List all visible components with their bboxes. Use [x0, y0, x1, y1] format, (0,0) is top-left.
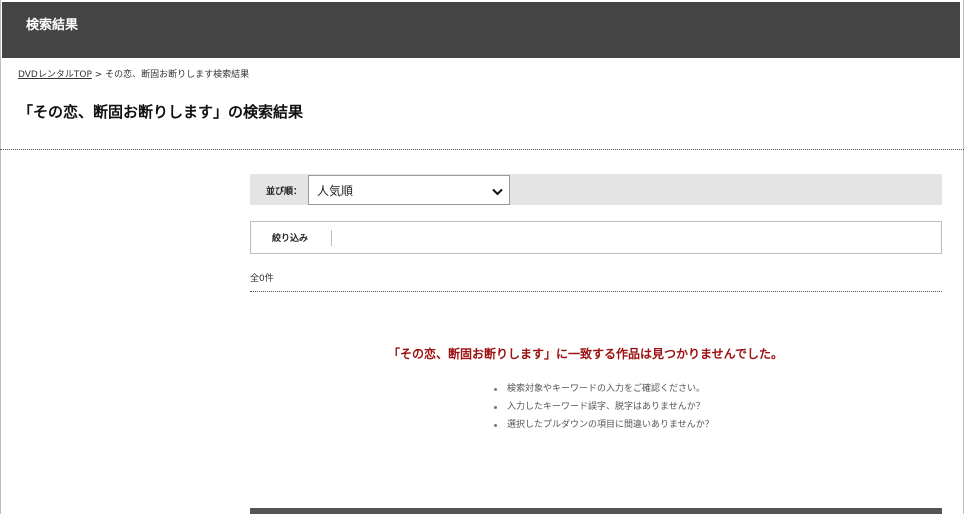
sort-label: 並び順： — [266, 187, 303, 197]
sort-selected-value: 人気順 — [317, 184, 354, 198]
header-title: 検索結果 — [26, 18, 79, 33]
breadcrumb-separator: > — [94, 70, 103, 80]
no-result-message: 「その恋、断固お断りします」に一致する作品は見つかりませんでした。 — [388, 347, 784, 361]
sort-select[interactable]: 人気順 — [308, 175, 510, 205]
filter-separator — [331, 230, 332, 246]
filter-box: 絞り込み — [250, 221, 942, 254]
breadcrumb-home-link[interactable]: DVDレンタルTOP — [18, 70, 92, 80]
chevron-down-icon — [492, 185, 503, 199]
divider — [250, 291, 942, 292]
result-count: 全0件 — [250, 274, 274, 284]
hint-list: 検索対象やキーワードの入力をご確認ください。 入力したキーワード誤字、脱字はあり… — [493, 380, 714, 434]
footer-bar — [250, 508, 942, 514]
header-bar: 検索結果 — [2, 2, 960, 58]
filter-button[interactable]: 絞り込み — [272, 231, 308, 244]
list-item: 選択したプルダウンの項目に間違いありませんか？ — [493, 416, 714, 434]
breadcrumb-current: その恋、断固お断りします検索結果 — [105, 70, 250, 80]
breadcrumb: DVDレンタルTOP > その恋、断固お断りします検索結果 — [18, 67, 249, 80]
list-item: 入力したキーワード誤字、脱字はありませんか？ — [493, 398, 714, 416]
list-item: 検索対象やキーワードの入力をご確認ください。 — [493, 380, 714, 398]
page-title: 「その恋、断固お断りします」の検索結果 — [18, 103, 304, 121]
divider — [0, 149, 964, 150]
sort-bar: 並び順： 人気順 — [250, 174, 942, 205]
